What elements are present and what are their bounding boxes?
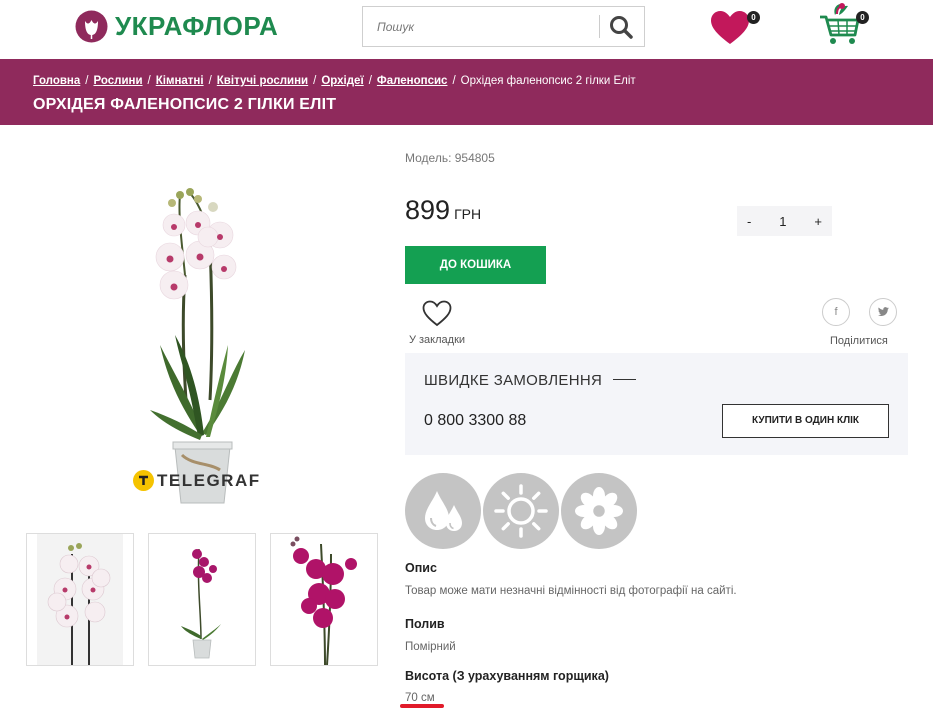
quick-order-box: ШВИДКЕ ЗАМОВЛЕННЯ 0 800 3300 88 КУПИТИ В… <box>405 353 908 455</box>
water-drops-icon <box>405 473 481 549</box>
twitter-share-icon[interactable] <box>869 298 897 326</box>
telegraf-logo-icon <box>133 470 154 491</box>
heart-outline-icon <box>422 300 452 327</box>
product-main-image[interactable] <box>120 185 290 515</box>
red-underline-mark <box>400 704 444 708</box>
bookmark-button[interactable]: У закладки <box>405 300 469 346</box>
breadcrumb-plants[interactable]: Рослини <box>93 75 142 87</box>
attribute-name: Висота (З урахуванням горщика) <box>405 669 609 683</box>
cart-count-badge: 0 <box>856 11 869 24</box>
wishlist-button[interactable]: 0 <box>710 10 760 46</box>
bookmark-label: У закладки <box>408 334 466 346</box>
quick-order-title-line <box>613 379 636 380</box>
breadcrumb-separator: / <box>368 75 372 87</box>
logo[interactable]: УКРАФЛОРА <box>75 10 278 43</box>
page-banner: Головна / Рослини / Кімнатні / Квітучі росл… <box>0 59 933 125</box>
product-model: Модель: 954805 <box>405 151 495 165</box>
price-value: 899 <box>405 195 451 225</box>
attribute-value: 70 см <box>405 692 435 704</box>
page-title: ОРХІДЕЯ ФАЛЕНОПСИС 2 ГІЛКИ ЕЛІТ <box>33 96 337 113</box>
cart-icon <box>820 3 860 44</box>
thumbnail-image <box>181 548 221 659</box>
cart-button[interactable]: 0 <box>818 1 869 47</box>
breadcrumb-separator: / <box>85 75 89 87</box>
breadcrumb-separator: / <box>452 75 456 87</box>
search-icon[interactable] <box>608 14 634 40</box>
logo-text: УКРАФЛОРА <box>115 11 279 41</box>
breadcrumb-current: Орхідея фаленопсис 2 гілки Еліт <box>460 75 636 87</box>
share-label: Поділитися <box>830 335 888 347</box>
add-to-cart-button[interactable]: ДО КОШИКА <box>405 246 546 284</box>
quantity-plus-button[interactable]: + <box>814 214 822 229</box>
quantity-minus-button[interactable]: - <box>747 214 751 229</box>
telegraf-watermark: TELEGRAF <box>133 470 261 491</box>
product-thumbnail[interactable] <box>270 533 378 666</box>
search-input[interactable] <box>363 7 603 46</box>
attribute-value: Товар може мати незначні відмінності від… <box>405 585 737 597</box>
breadcrumb-separator: / <box>313 75 317 87</box>
product-thumbnail[interactable] <box>148 533 256 666</box>
breadcrumb-separator: / <box>208 75 212 87</box>
breadcrumb-flowering[interactable]: Квітучі рослини <box>217 75 308 87</box>
flower-icon <box>561 473 637 549</box>
attribute-value: Помірний <box>405 641 456 653</box>
breadcrumb: Головна / Рослини / Кімнатні / Квітучі росл… <box>33 75 636 87</box>
search-divider <box>599 15 600 38</box>
search-box <box>362 6 645 47</box>
attribute-name: Опис <box>405 561 437 575</box>
heart-icon <box>711 11 749 44</box>
thumbnail-image <box>290 536 357 666</box>
quantity-stepper: - 1 + <box>737 206 832 236</box>
breadcrumb-orchids[interactable]: Орхідеї <box>321 75 363 87</box>
product-thumbnail[interactable] <box>26 533 134 666</box>
facebook-share-icon[interactable]: f <box>822 298 850 326</box>
breadcrumb-separator: / <box>147 75 151 87</box>
wishlist-count-badge: 0 <box>747 11 760 24</box>
site-header: УКРАФЛОРА 0 0 <box>0 0 933 59</box>
product-price: 899 ГРН <box>405 195 481 226</box>
quantity-value[interactable]: 1 <box>779 214 786 229</box>
breadcrumb-home[interactable]: Головна <box>33 75 80 87</box>
attribute-name: Полив <box>405 617 445 631</box>
quick-order-phone[interactable]: 0 800 3300 88 <box>424 412 526 430</box>
breadcrumb-indoor[interactable]: Кімнатні <box>156 75 204 87</box>
logo-tulip-icon <box>75 10 108 43</box>
quick-order-title: ШВИДКЕ ЗАМОВЛЕННЯ <box>424 372 603 389</box>
telegraf-text: TELEGRAF <box>157 470 261 490</box>
breadcrumb-phalaenopsis[interactable]: Фаленопсис <box>377 75 448 87</box>
thumbnail-image <box>37 534 123 665</box>
price-currency: ГРН <box>454 206 482 222</box>
buy-one-click-button[interactable]: КУПИТИ В ОДИН КЛІК <box>722 404 889 438</box>
sun-icon <box>483 473 559 549</box>
